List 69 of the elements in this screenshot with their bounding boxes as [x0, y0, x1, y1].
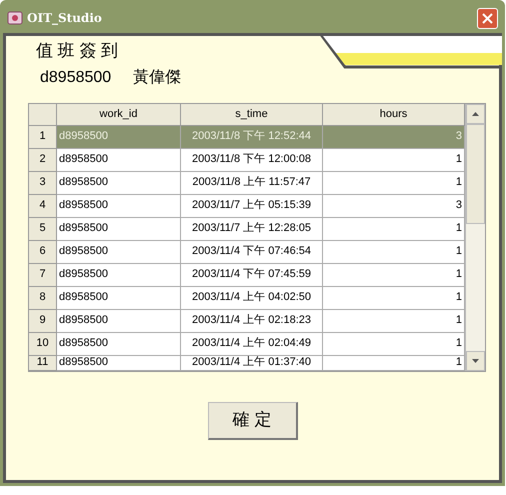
table-cell: 2003/11/4 上午 04:02:50 [181, 286, 323, 310]
table-cell: 2003/11/4 上午 02:18:23 [181, 310, 323, 332]
row-number: 10 [29, 332, 57, 356]
row-number: 1 [29, 126, 57, 148]
table-cell: d8958500 [57, 286, 181, 310]
table-row[interactable]: 5 d8958500 2003/11/7 上午 12:28:05 1 [29, 218, 466, 240]
scroll-thumb[interactable] [466, 124, 485, 224]
table-cell: 2003/11/7 上午 05:15:39 [181, 194, 323, 218]
table-row[interactable]: 7 d8958500 2003/11/4 下午 07:45:59 1 [29, 264, 466, 286]
table-cell: 1 [323, 286, 466, 310]
table-cell: 1 [323, 310, 466, 332]
table-cell: 2003/11/4 上午 01:37:40 [181, 356, 323, 370]
table-cell: 3 [323, 126, 466, 148]
table-cell: d8958500 [57, 172, 181, 194]
app-icon [7, 10, 23, 26]
table-cell: d8958500 [57, 218, 181, 240]
up-arrow-icon [472, 112, 480, 116]
confirm-button[interactable]: 確 定 [208, 402, 298, 440]
row-number: 11 [29, 356, 57, 370]
row-number: 3 [29, 172, 57, 194]
row-number: 7 [29, 264, 57, 286]
table-cell: 1 [323, 356, 466, 370]
table-cell: 2003/11/4 下午 07:46:54 [181, 240, 323, 264]
row-number: 9 [29, 310, 57, 332]
close-button[interactable] [477, 8, 498, 28]
row-number: 8 [29, 286, 57, 310]
table-row[interactable]: 1 d8958500 2003/11/8 下午 12:52:44 3 [29, 126, 466, 148]
table-row[interactable]: 8 d8958500 2003/11/4 上午 04:02:50 1 [29, 286, 466, 310]
table-cell: d8958500 [57, 126, 181, 148]
table-row[interactable]: 3 d8958500 2003/11/8 上午 11:57:47 1 [29, 172, 466, 194]
window-title: OIT_Studio [27, 10, 102, 27]
row-number: 2 [29, 148, 57, 172]
table-row[interactable]: 4 d8958500 2003/11/7 上午 05:15:39 3 [29, 194, 466, 218]
table-row[interactable]: 9 d8958500 2003/11/4 上午 02:18:23 1 [29, 310, 466, 332]
table-cell: 3 [323, 194, 466, 218]
table-cell: 1 [323, 218, 466, 240]
table-cell: 2003/11/7 上午 12:28:05 [181, 218, 323, 240]
table-cell: 2003/11/8 下午 12:00:08 [181, 148, 323, 172]
scroll-down-button[interactable] [466, 350, 485, 370]
table-cell: d8958500 [57, 240, 181, 264]
table-cell: 1 [323, 240, 466, 264]
row-number: 4 [29, 194, 57, 218]
table-cell: 2003/11/4 下午 07:45:59 [181, 264, 323, 286]
scroll-up-button[interactable] [466, 104, 485, 124]
table-cell: d8958500 [57, 332, 181, 356]
table-cell: d8958500 [57, 356, 181, 370]
user-name: 黃偉傑 [133, 68, 182, 88]
table-row[interactable]: 6 d8958500 2003/11/4 下午 07:46:54 1 [29, 240, 466, 264]
down-arrow-icon [472, 358, 480, 362]
close-icon [482, 12, 493, 24]
table-cell: 2003/11/4 上午 02:04:49 [181, 332, 323, 356]
scrollbar[interactable] [465, 104, 485, 370]
table-cell: 1 [323, 264, 466, 286]
table-cell: d8958500 [57, 264, 181, 286]
table-cell: 2003/11/8 下午 12:52:44 [181, 126, 323, 148]
user-id: d8958500 [40, 68, 112, 88]
table-cell: d8958500 [57, 194, 181, 218]
table-cell: d8958500 [57, 148, 181, 172]
table-cell: 1 [323, 172, 466, 194]
table-row[interactable]: 10 d8958500 2003/11/4 上午 02:04:49 1 [29, 332, 466, 356]
table-row[interactable]: 11 d8958500 2003/11/4 上午 01:37:40 1 [29, 356, 466, 370]
table-cell: d8958500 [57, 310, 181, 332]
table-cell: 2003/11/8 上午 11:57:47 [181, 172, 323, 194]
table-cell: 1 [323, 148, 466, 172]
page-heading: 值 班 簽 到 [36, 40, 118, 62]
table-cell: 1 [323, 332, 466, 356]
table-row[interactable]: 2 d8958500 2003/11/8 下午 12:00:08 1 [29, 148, 466, 172]
row-number: 6 [29, 240, 57, 264]
row-number: 5 [29, 218, 57, 240]
